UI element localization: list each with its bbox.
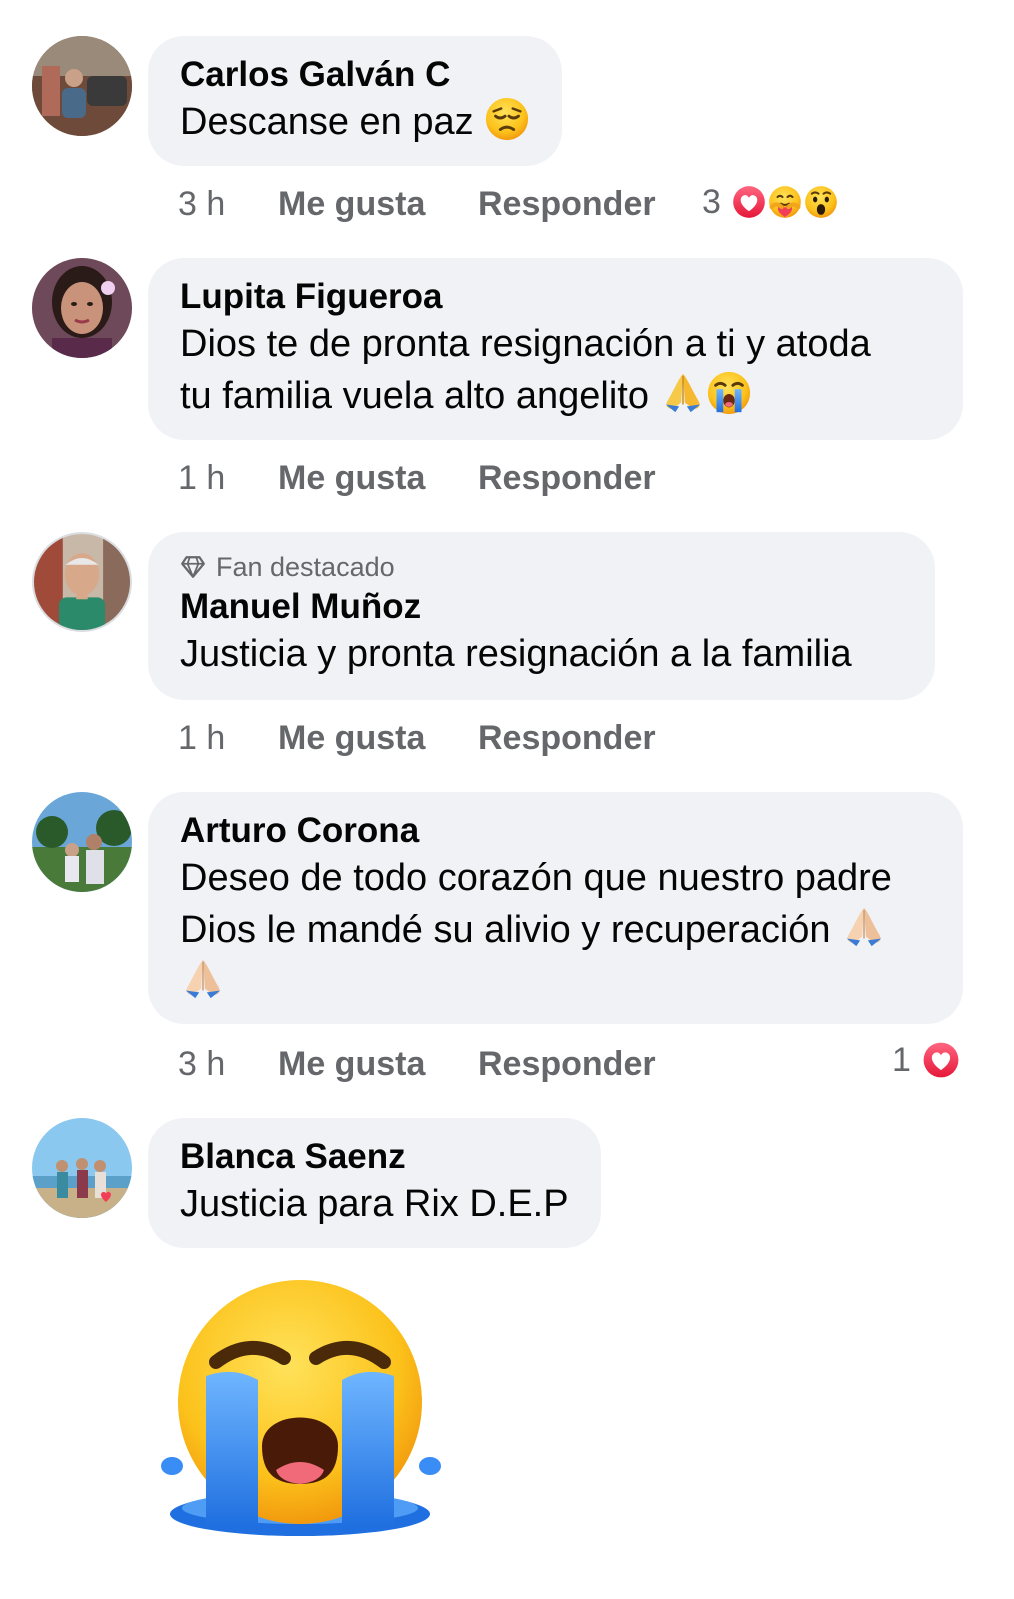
love-reaction-icon — [919, 1038, 963, 1082]
reaction-summary[interactable]: 3 — [702, 180, 841, 224]
comment-text: Descanse en paz — [180, 96, 530, 148]
comment-time[interactable]: 3 h — [178, 1045, 278, 1084]
comment-actions: 3 h Me gusta Responder — [178, 182, 656, 226]
badge-label: Fan destacado — [216, 552, 395, 582]
comment-text: Justicia y pronta resignación a la famil… — [180, 633, 852, 675]
comment-bubble: Blanca Saenz Justicia para Rix D.E.P — [148, 1118, 601, 1248]
reply-button[interactable]: Responder — [478, 1045, 656, 1084]
comment-text-line: Deseo de todo corazón que nuestro padre — [180, 857, 892, 899]
comment-text-line: Dios le mandé su alivio y recuperación — [180, 904, 931, 956]
comment-bubble: Lupita Figueroa Dios te de pronta resign… — [148, 258, 963, 440]
comment-text-line-content: tu familia vuela alto angelito — [180, 375, 649, 417]
avatar[interactable] — [32, 36, 132, 136]
wow-reaction-icon — [801, 182, 841, 222]
comment-text: Deseo de todo corazón que nuestro padre … — [180, 852, 931, 1008]
comment-author[interactable]: Arturo Corona — [180, 810, 931, 852]
top-fan-badge[interactable]: Fan destacado — [180, 550, 903, 584]
comment-text-content: Descanse en paz — [180, 101, 474, 143]
comment-author[interactable]: Lupita Figueroa — [180, 276, 931, 318]
comment-time[interactable]: 1 h — [178, 719, 278, 758]
comment-bubble: Carlos Galván C Descanse en paz — [148, 36, 563, 166]
comment-time[interactable]: 1 h — [178, 459, 278, 498]
like-button[interactable]: Me gusta — [278, 459, 478, 498]
folded-hands-icon — [180, 956, 226, 1002]
comment-text: Dios te de pronta resignación a ti y ato… — [180, 318, 931, 422]
avatar[interactable] — [32, 532, 132, 632]
avatar[interactable] — [32, 792, 132, 892]
loudly-crying-face-icon — [706, 370, 752, 416]
comment-actions: 1 h Me gusta Responder — [178, 716, 656, 760]
folded-hands-icon — [660, 370, 706, 416]
comment-bubble: Arturo Corona Deseo de todo corazón que … — [148, 792, 963, 1024]
pensive-face-icon — [484, 96, 530, 142]
comment-time[interactable]: 3 h — [178, 185, 278, 224]
care-reaction-icon — [765, 182, 805, 222]
diamond-icon — [180, 554, 206, 580]
comment-actions: 3 h Me gusta Responder — [178, 1042, 656, 1086]
reaction-summary[interactable]: 1 — [892, 1038, 963, 1082]
reaction-count: 3 — [702, 182, 721, 221]
reply-button[interactable]: Responder — [478, 719, 656, 758]
like-button[interactable]: Me gusta — [278, 1045, 478, 1084]
comment-text-line: tu familia vuela alto angelito — [180, 370, 931, 422]
loudly-crying-face-sticker-icon[interactable] — [158, 1276, 443, 1541]
comment-text-line-content: Dios le mandé su alivio y recuperación — [180, 909, 831, 951]
love-reaction-icon — [729, 182, 769, 222]
avatar[interactable] — [32, 258, 132, 358]
avatar[interactable] — [32, 1118, 132, 1218]
comment-author[interactable]: Carlos Galván C — [180, 54, 530, 96]
folded-hands-icon — [841, 904, 887, 950]
reply-button[interactable]: Responder — [478, 459, 656, 498]
comment-bubble: Fan destacado Manuel Muñoz Justicia y pr… — [148, 532, 935, 700]
like-button[interactable]: Me gusta — [278, 185, 478, 224]
comment-text-line: Dios te de pronta resignación a ti y ato… — [180, 323, 871, 365]
comment-author[interactable]: Blanca Saenz — [180, 1136, 569, 1178]
comment-actions: 1 h Me gusta Responder — [178, 456, 656, 500]
comment-text-line — [180, 956, 931, 1008]
reaction-count: 1 — [892, 1040, 911, 1079]
comment-text: Justicia para Rix D.E.P — [180, 1183, 569, 1225]
reply-button[interactable]: Responder — [478, 185, 656, 224]
comment-author[interactable]: Manuel Muñoz — [180, 586, 903, 628]
like-button[interactable]: Me gusta — [278, 719, 478, 758]
